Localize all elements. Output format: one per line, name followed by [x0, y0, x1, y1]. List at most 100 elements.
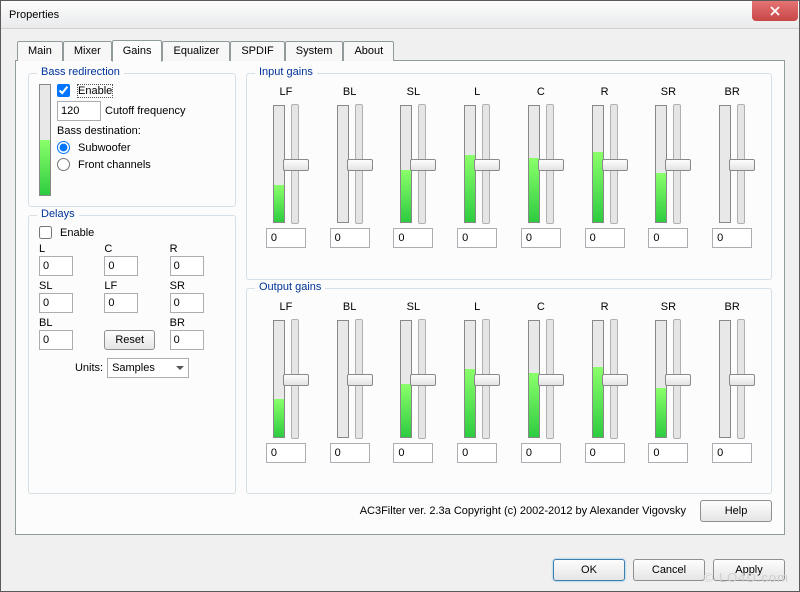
- gain-slider[interactable]: [673, 104, 681, 224]
- slider-thumb[interactable]: [602, 374, 628, 386]
- slider-thumb[interactable]: [729, 374, 755, 386]
- output-channel-l: L: [448, 301, 506, 463]
- bass-dest-front-radio[interactable]: [57, 158, 70, 171]
- channel-label: BL: [343, 301, 356, 315]
- delay-input-bl[interactable]: [39, 330, 73, 350]
- delay-input-sl[interactable]: [39, 293, 73, 313]
- bass-destination-label: Bass destination:: [57, 125, 141, 137]
- tab-spdif[interactable]: SPDIF: [230, 41, 284, 61]
- gain-value-input[interactable]: [521, 228, 561, 248]
- channel-controls: [719, 319, 745, 439]
- slider-thumb[interactable]: [474, 159, 500, 171]
- delay-label: C: [104, 243, 112, 256]
- properties-window: Properties MainMixerGainsEqualizerSPDIFS…: [0, 0, 800, 592]
- gain-value-input[interactable]: [648, 228, 688, 248]
- gain-slider[interactable]: [355, 104, 363, 224]
- gain-value-input[interactable]: [393, 443, 433, 463]
- delays-units-select[interactable]: Samples: [107, 358, 189, 378]
- gain-value-input[interactable]: [393, 228, 433, 248]
- slider-thumb[interactable]: [410, 159, 436, 171]
- cutoff-frequency-input[interactable]: [57, 101, 101, 121]
- gain-slider[interactable]: [610, 319, 618, 439]
- channel-label: LF: [279, 301, 292, 315]
- slider-thumb[interactable]: [538, 374, 564, 386]
- close-button[interactable]: [752, 1, 798, 21]
- group-legend: Bass redirection: [37, 66, 124, 78]
- gain-slider[interactable]: [291, 319, 299, 439]
- gain-slider[interactable]: [355, 319, 363, 439]
- gain-slider[interactable]: [673, 319, 681, 439]
- gain-value-input[interactable]: [712, 443, 752, 463]
- delay-input-r[interactable]: [170, 256, 204, 276]
- gain-value-input[interactable]: [585, 228, 625, 248]
- gain-slider[interactable]: [482, 104, 490, 224]
- gain-slider[interactable]: [610, 104, 618, 224]
- gain-value-input[interactable]: [521, 443, 561, 463]
- slider-thumb[interactable]: [665, 374, 691, 386]
- slider-thumb[interactable]: [474, 374, 500, 386]
- tab-about[interactable]: About: [343, 41, 394, 61]
- gain-value-input[interactable]: [457, 443, 497, 463]
- delay-label: LF: [104, 280, 117, 293]
- gain-slider[interactable]: [418, 319, 426, 439]
- input-channel-bl: BL: [321, 86, 379, 248]
- delay-cell-r: R: [170, 243, 225, 276]
- slider-thumb[interactable]: [538, 159, 564, 171]
- delays-units-value: Samples: [112, 362, 155, 374]
- gain-slider[interactable]: [482, 319, 490, 439]
- ok-button[interactable]: OK: [553, 559, 625, 581]
- delay-input-l[interactable]: [39, 256, 73, 276]
- level-fill: [401, 170, 411, 222]
- close-icon: [770, 6, 780, 16]
- gain-value-input[interactable]: [712, 228, 752, 248]
- level-fill: [656, 173, 666, 222]
- gain-slider[interactable]: [737, 104, 745, 224]
- delay-cell-lf: LF: [104, 280, 159, 313]
- slider-thumb[interactable]: [729, 159, 755, 171]
- delay-input-br[interactable]: [170, 330, 204, 350]
- delays-reset-button[interactable]: Reset: [104, 330, 155, 350]
- slider-thumb[interactable]: [283, 374, 309, 386]
- gain-slider[interactable]: [737, 319, 745, 439]
- gain-value-input[interactable]: [330, 443, 370, 463]
- gain-value-input[interactable]: [648, 443, 688, 463]
- gain-value-input[interactable]: [266, 443, 306, 463]
- gain-slider[interactable]: [546, 319, 554, 439]
- level-fill: [401, 384, 411, 436]
- slider-thumb[interactable]: [347, 159, 373, 171]
- apply-button[interactable]: Apply: [713, 559, 785, 581]
- delay-input-sr[interactable]: [170, 293, 204, 313]
- slider-thumb[interactable]: [283, 159, 309, 171]
- level-fill: [274, 399, 284, 436]
- help-button[interactable]: Help: [700, 500, 772, 522]
- tab-mixer[interactable]: Mixer: [63, 41, 112, 61]
- tab-gains[interactable]: Gains: [112, 40, 163, 62]
- tab-strip: MainMixerGainsEqualizerSPDIFSystemAbout: [17, 39, 785, 61]
- delay-input-lf[interactable]: [104, 293, 138, 313]
- delay-label: BR: [170, 317, 185, 330]
- tab-system[interactable]: System: [285, 41, 344, 61]
- slider-thumb[interactable]: [665, 159, 691, 171]
- group-legend: Output gains: [255, 281, 325, 293]
- slider-thumb[interactable]: [602, 159, 628, 171]
- gain-slider[interactable]: [291, 104, 299, 224]
- channel-label: SR: [661, 301, 676, 315]
- bass-enable-checkbox[interactable]: [57, 84, 70, 97]
- cancel-button[interactable]: Cancel: [633, 559, 705, 581]
- titlebar[interactable]: Properties: [1, 1, 799, 29]
- gain-value-input[interactable]: [585, 443, 625, 463]
- gain-value-input[interactable]: [330, 228, 370, 248]
- output-channel-c: C: [512, 301, 570, 463]
- channel-label: LF: [279, 86, 292, 100]
- tab-main[interactable]: Main: [17, 41, 63, 61]
- slider-thumb[interactable]: [347, 374, 373, 386]
- gain-value-input[interactable]: [266, 228, 306, 248]
- slider-thumb[interactable]: [410, 374, 436, 386]
- delays-enable-checkbox[interactable]: [39, 226, 52, 239]
- delay-input-c[interactable]: [104, 256, 138, 276]
- bass-dest-subwoofer-radio[interactable]: [57, 141, 70, 154]
- gain-slider[interactable]: [546, 104, 554, 224]
- gain-value-input[interactable]: [457, 228, 497, 248]
- tab-equalizer[interactable]: Equalizer: [162, 41, 230, 61]
- gain-slider[interactable]: [418, 104, 426, 224]
